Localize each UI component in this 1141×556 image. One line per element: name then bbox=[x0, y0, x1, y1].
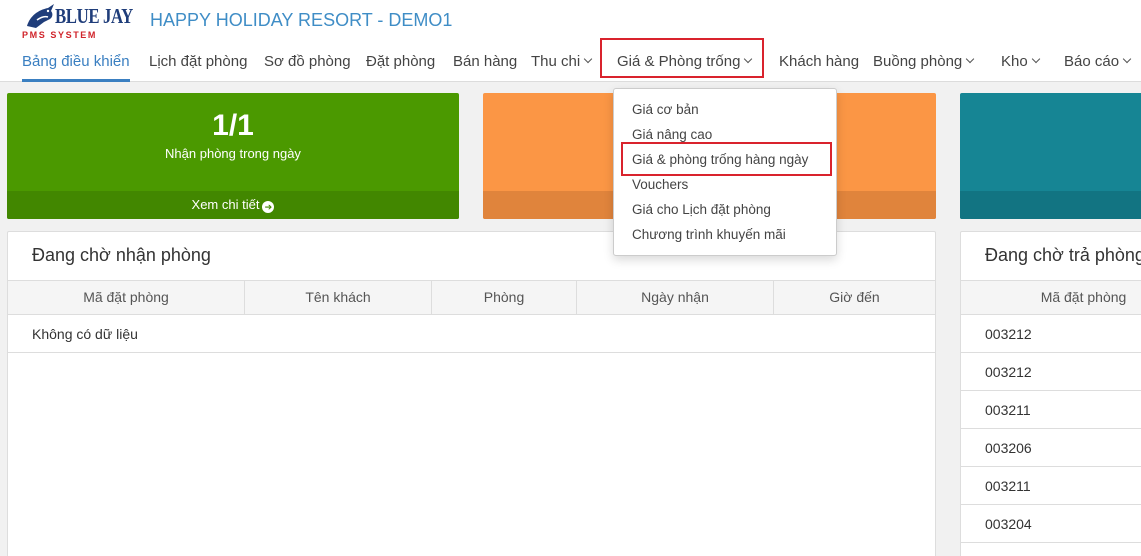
tile-footer-link[interactable]: Xem chi tiết ➔ bbox=[7, 191, 459, 219]
table-header: Mã đặt phòng bbox=[961, 280, 1141, 315]
blue-jay-bird-icon bbox=[27, 4, 54, 28]
nav-label: Buồng phòng bbox=[873, 53, 963, 70]
nav-sales[interactable]: Bán hàng bbox=[453, 44, 517, 82]
menu-item-promotions[interactable]: Chương trình khuyến mãi bbox=[632, 227, 786, 242]
main-nav: Bảng điều khiển Lịch đặt phòng Sơ đồ phò… bbox=[0, 44, 1141, 82]
tile-number: 1/1 bbox=[212, 109, 254, 142]
column-header[interactable]: Mã đặt phòng bbox=[961, 281, 1141, 314]
panel-title: Đang chờ nhận phòng bbox=[32, 245, 211, 265]
nav-dashboard[interactable]: Bảng điều khiển bbox=[22, 44, 130, 82]
menu-item-vouchers[interactable]: Vouchers bbox=[632, 177, 688, 192]
table-row[interactable]: 003204 bbox=[961, 505, 1141, 543]
tile-label: Nhận phòng trong ngày bbox=[165, 146, 301, 161]
empty-table-message: Không có dữ liệu bbox=[8, 315, 935, 353]
nav-label: Báo cáo bbox=[1064, 53, 1120, 70]
logo-subtitle: PMS SYSTEM bbox=[22, 30, 98, 40]
app-header: BLUE JAY PMS SYSTEM HAPPY HOLIDAY RESORT… bbox=[0, 0, 1141, 82]
teal-tile[interactable] bbox=[960, 93, 1141, 219]
panel-title: Đang chờ trả phòng bbox=[985, 245, 1141, 265]
table-row[interactable]: 003206 bbox=[961, 429, 1141, 467]
nav-label: Đặt phòng bbox=[366, 53, 436, 70]
hotel-title: HAPPY HOLIDAY RESORT - DEMO1 bbox=[150, 10, 453, 30]
nav-label: Sơ đồ phòng bbox=[264, 53, 351, 70]
column-header[interactable]: Tên khách bbox=[245, 281, 432, 314]
nav-reservations[interactable]: Đặt phòng bbox=[366, 44, 435, 82]
nav-customers[interactable]: Khách hàng bbox=[779, 44, 859, 82]
tile-footer-link[interactable] bbox=[960, 191, 1141, 219]
logo-wordmark: BLUE JAY bbox=[55, 4, 133, 28]
nav-highlight-box bbox=[600, 38, 764, 78]
column-header[interactable]: Phòng bbox=[432, 281, 577, 314]
nav-inventory[interactable]: Kho bbox=[1001, 44, 1040, 82]
nav-label: Bảng điều khiển bbox=[22, 53, 130, 70]
nav-label: Bán hàng bbox=[453, 53, 518, 70]
table-row[interactable]: 003212 bbox=[961, 353, 1141, 391]
chevron-down-icon bbox=[1031, 54, 1040, 64]
table-row[interactable]: 003211 bbox=[961, 467, 1141, 505]
nav-income-expense[interactable]: Thu chi bbox=[531, 44, 593, 82]
column-header[interactable]: Ngày nhận bbox=[577, 281, 774, 314]
pending-checkout-panel: Đang chờ trả phòng Mã đặt phòng 003212 0… bbox=[960, 231, 1141, 556]
arrow-circle-right-icon: ➔ bbox=[262, 201, 275, 213]
pending-checkin-panel: Đang chờ nhận phòng Mã đặt phòng Tên khá… bbox=[7, 231, 936, 556]
column-header[interactable]: Mã đặt phòng bbox=[8, 281, 245, 314]
table-row[interactable]: 003211 bbox=[961, 391, 1141, 429]
nav-label: Khách hàng bbox=[779, 53, 860, 70]
nav-reports[interactable]: Báo cáo bbox=[1064, 44, 1132, 82]
menu-item-base-rate[interactable]: Giá cơ bản bbox=[632, 102, 699, 117]
nav-housekeeping[interactable]: Buồng phòng bbox=[873, 44, 975, 82]
nav-label: Thu chi bbox=[531, 53, 581, 70]
chevron-down-icon bbox=[1122, 54, 1132, 64]
nav-booking-calendar[interactable]: Lịch đặt phòng bbox=[149, 44, 247, 82]
menu-item-highlight-box bbox=[621, 142, 832, 176]
chevron-down-icon bbox=[583, 54, 593, 64]
table-row[interactable]: 003212 bbox=[961, 315, 1141, 353]
menu-item-calendar-rates[interactable]: Giá cho Lịch đặt phòng bbox=[632, 202, 771, 217]
blue-jay-logo[interactable]: BLUE JAY PMS SYSTEM bbox=[22, 4, 133, 40]
tile-footer-label: Xem chi tiết bbox=[191, 197, 260, 212]
menu-item-advanced-rate[interactable]: Giá nâng cao bbox=[632, 127, 712, 142]
nav-room-map[interactable]: Sơ đồ phòng bbox=[264, 44, 351, 82]
column-header[interactable]: Giờ đến bbox=[774, 281, 935, 314]
nav-label: Lịch đặt phòng bbox=[149, 53, 248, 70]
nav-label: Kho bbox=[1001, 53, 1028, 70]
table-header: Mã đặt phòng Tên khách Phòng Ngày nhận G… bbox=[8, 280, 935, 315]
chevron-down-icon bbox=[966, 54, 975, 64]
checkin-today-tile[interactable]: 1/1 Nhận phòng trong ngày Xem chi tiết ➔ bbox=[7, 93, 459, 219]
